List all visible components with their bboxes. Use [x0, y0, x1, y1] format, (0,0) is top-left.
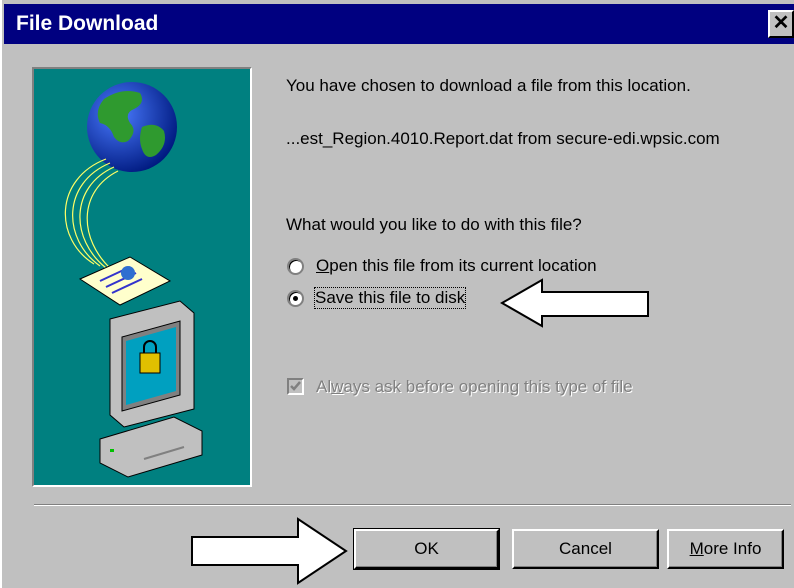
- file-source-text: ...est_Region.4010.Report.dat from secur…: [286, 129, 720, 148]
- connection-lines: [64, 158, 119, 271]
- always-ask-label: Always ask before opening this type of f…: [316, 377, 633, 397]
- right-arrow-annotation: [191, 517, 348, 585]
- title-bar[interactable]: File Download ✕: [4, 4, 794, 44]
- more-info-rest: ore Info: [703, 539, 762, 558]
- ok-button[interactable]: OK: [353, 528, 500, 570]
- download-intro-text: You have chosen to download a file from …: [286, 76, 691, 95]
- download-illustration: [32, 67, 252, 487]
- open-radio[interactable]: [287, 258, 304, 275]
- save-radio[interactable]: [287, 290, 304, 307]
- close-button[interactable]: ✕: [768, 10, 794, 38]
- open-label-rest: pen this file from its current location: [329, 256, 597, 275]
- checkmark-icon: [290, 381, 301, 391]
- file-download-dialog: File Download ✕ You have chosen to downl…: [0, 0, 794, 588]
- illustration-graphic: [64, 82, 203, 478]
- window-frame: [0, 0, 4, 588]
- question-text: What would you like to do with this file…: [286, 215, 582, 234]
- open-label-mnemonic: O: [316, 256, 330, 275]
- cancel-button[interactable]: Cancel: [512, 529, 659, 569]
- more-info-button[interactable]: More Info: [667, 529, 784, 569]
- always-ask-checkbox[interactable]: [287, 378, 304, 395]
- open-option-label[interactable]: Open this file from its current location: [316, 256, 597, 276]
- window-title: File Download: [16, 12, 159, 35]
- always-ask-label-mnemonic: w: [331, 377, 344, 396]
- always-ask-label-pre: Al: [316, 377, 332, 396]
- button-separator: [34, 504, 791, 506]
- radio-selected-dot: [293, 296, 298, 301]
- always-ask-label-post: ays ask before opening this type of file: [343, 377, 633, 396]
- more-info-mnemonic: M: [689, 539, 704, 558]
- computer-icon: [99, 300, 203, 478]
- close-icon: ✕: [772, 12, 790, 34]
- globe-icon: [87, 82, 177, 172]
- left-arrow-annotation: [500, 278, 649, 328]
- save-option-label[interactable]: Save this file to disk: [313, 287, 467, 309]
